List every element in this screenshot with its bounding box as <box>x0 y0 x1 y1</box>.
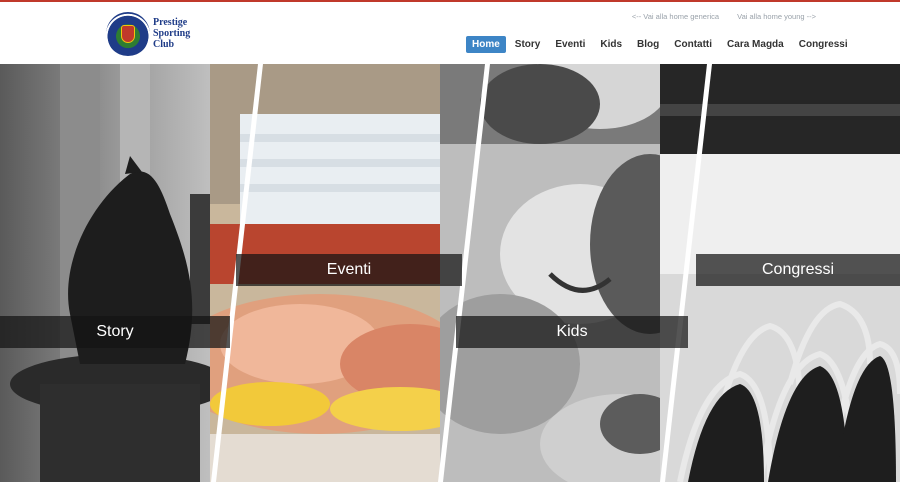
brand-line-1: Prestige <box>153 17 188 28</box>
nav-home[interactable]: Home <box>466 36 506 53</box>
brand-line-2: Sporting <box>153 28 191 39</box>
brand-line-3: Club <box>153 39 175 50</box>
header-top-line <box>0 0 900 2</box>
nav-kids[interactable]: Kids <box>594 36 628 53</box>
nav-contatti[interactable]: Contatti <box>668 36 718 53</box>
nav-story[interactable]: Story <box>509 36 547 53</box>
nav-cara-magda[interactable]: Cara Magda <box>721 36 790 53</box>
club-logo-icon[interactable] <box>106 12 150 56</box>
main-nav: Home Story Eventi Kids Blog Contatti Car… <box>466 36 857 53</box>
generic-home-link[interactable]: <-- Vai alla home generica <box>632 12 719 21</box>
site-header: Prestige Sporting Club <-- Vai alla home… <box>0 2 900 64</box>
panel-label-eventi[interactable]: Eventi <box>236 254 462 286</box>
nav-eventi[interactable]: Eventi <box>549 36 591 53</box>
young-home-link[interactable]: Vai alla home young --> <box>737 12 816 21</box>
panel-label-kids[interactable]: Kids <box>456 316 688 348</box>
brand-name[interactable]: Prestige Sporting Club <box>153 17 213 50</box>
panel-label-story[interactable]: Story <box>0 316 230 348</box>
panel-label-congressi[interactable]: Congressi <box>696 254 900 286</box>
nav-congressi[interactable]: Congressi <box>793 36 854 53</box>
category-panels: Story Eventi Kids Congressi <box>0 64 900 482</box>
nav-blog[interactable]: Blog <box>631 36 665 53</box>
top-links: <-- Vai alla home generica Vai alla home… <box>616 12 816 21</box>
